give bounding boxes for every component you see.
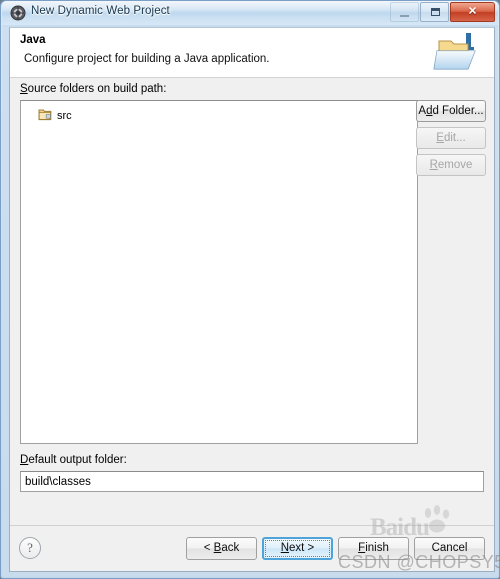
help-button[interactable]: ? — [19, 537, 41, 559]
page-title: Java — [20, 34, 46, 46]
source-folders-label: Source folders on build path: — [20, 83, 167, 95]
default-output-folder-label-text: efault output folder: — [28, 454, 127, 466]
tree-item-src[interactable]: src — [38, 108, 72, 124]
add-folder-button[interactable]: Add Folder... — [416, 100, 486, 122]
wizard-header: Java Configure project for building a Ja… — [10, 28, 494, 78]
window-frame-inner: New Dynamic Web Project ✕ Java Configure… — [2, 1, 498, 577]
window-controls: ✕ — [389, 2, 495, 23]
focus-ring — [265, 540, 330, 557]
tree-item-label: src — [57, 110, 72, 122]
minimize-icon — [400, 15, 409, 17]
wizard-body: Source folders on build path: src Add Fo… — [10, 79, 494, 526]
edit-label-rest: dit... — [443, 132, 466, 144]
finish-label-rest: inish — [365, 542, 389, 554]
remove-label-rest: emove — [437, 159, 473, 171]
back-button[interactable]: < Back — [186, 537, 257, 560]
cancel-button[interactable]: Cancel — [414, 537, 485, 560]
edit-button[interactable]: Edit... — [416, 127, 486, 149]
finish-button[interactable]: Finish — [338, 537, 409, 560]
title-bar[interactable]: New Dynamic Web Project ✕ — [2, 1, 498, 25]
window-title: New Dynamic Web Project — [31, 5, 170, 17]
source-folders-tree[interactable]: src — [20, 100, 418, 444]
page-description: Configure project for building a Java ap… — [24, 53, 270, 65]
cancel-label: Cancel — [431, 542, 468, 554]
wizard-footer: ? < Back Next > Finish Cancel — [10, 525, 494, 571]
remove-button[interactable]: Remove — [416, 154, 486, 176]
source-folders-label-text: ource folders on build path: — [27, 83, 167, 95]
back-label-rest: ack — [221, 542, 240, 554]
close-icon: ✕ — [467, 5, 478, 18]
wizard-navigation: < Back Next > Finish Cancel — [186, 537, 485, 560]
dialog-window: New Dynamic Web Project ✕ Java Configure… — [0, 0, 500, 579]
folder-action-buttons: Add Folder... Edit... Remove — [416, 100, 486, 181]
maximize-icon — [431, 8, 440, 16]
close-button[interactable]: ✕ — [450, 2, 495, 22]
default-output-folder-input[interactable] — [20, 471, 484, 492]
source-folder-icon — [38, 108, 52, 124]
java-folder-banner-icon — [432, 31, 486, 75]
dialog-client-area: Java Configure project for building a Ja… — [9, 27, 495, 572]
maximize-button[interactable] — [420, 2, 449, 22]
eclipse-app-icon — [10, 5, 26, 21]
default-output-folder-label: Default output folder: — [20, 454, 127, 466]
next-button[interactable]: Next > — [262, 537, 333, 560]
add-folder-label-rest: d Folder... — [432, 105, 484, 117]
minimize-button[interactable] — [390, 2, 419, 22]
